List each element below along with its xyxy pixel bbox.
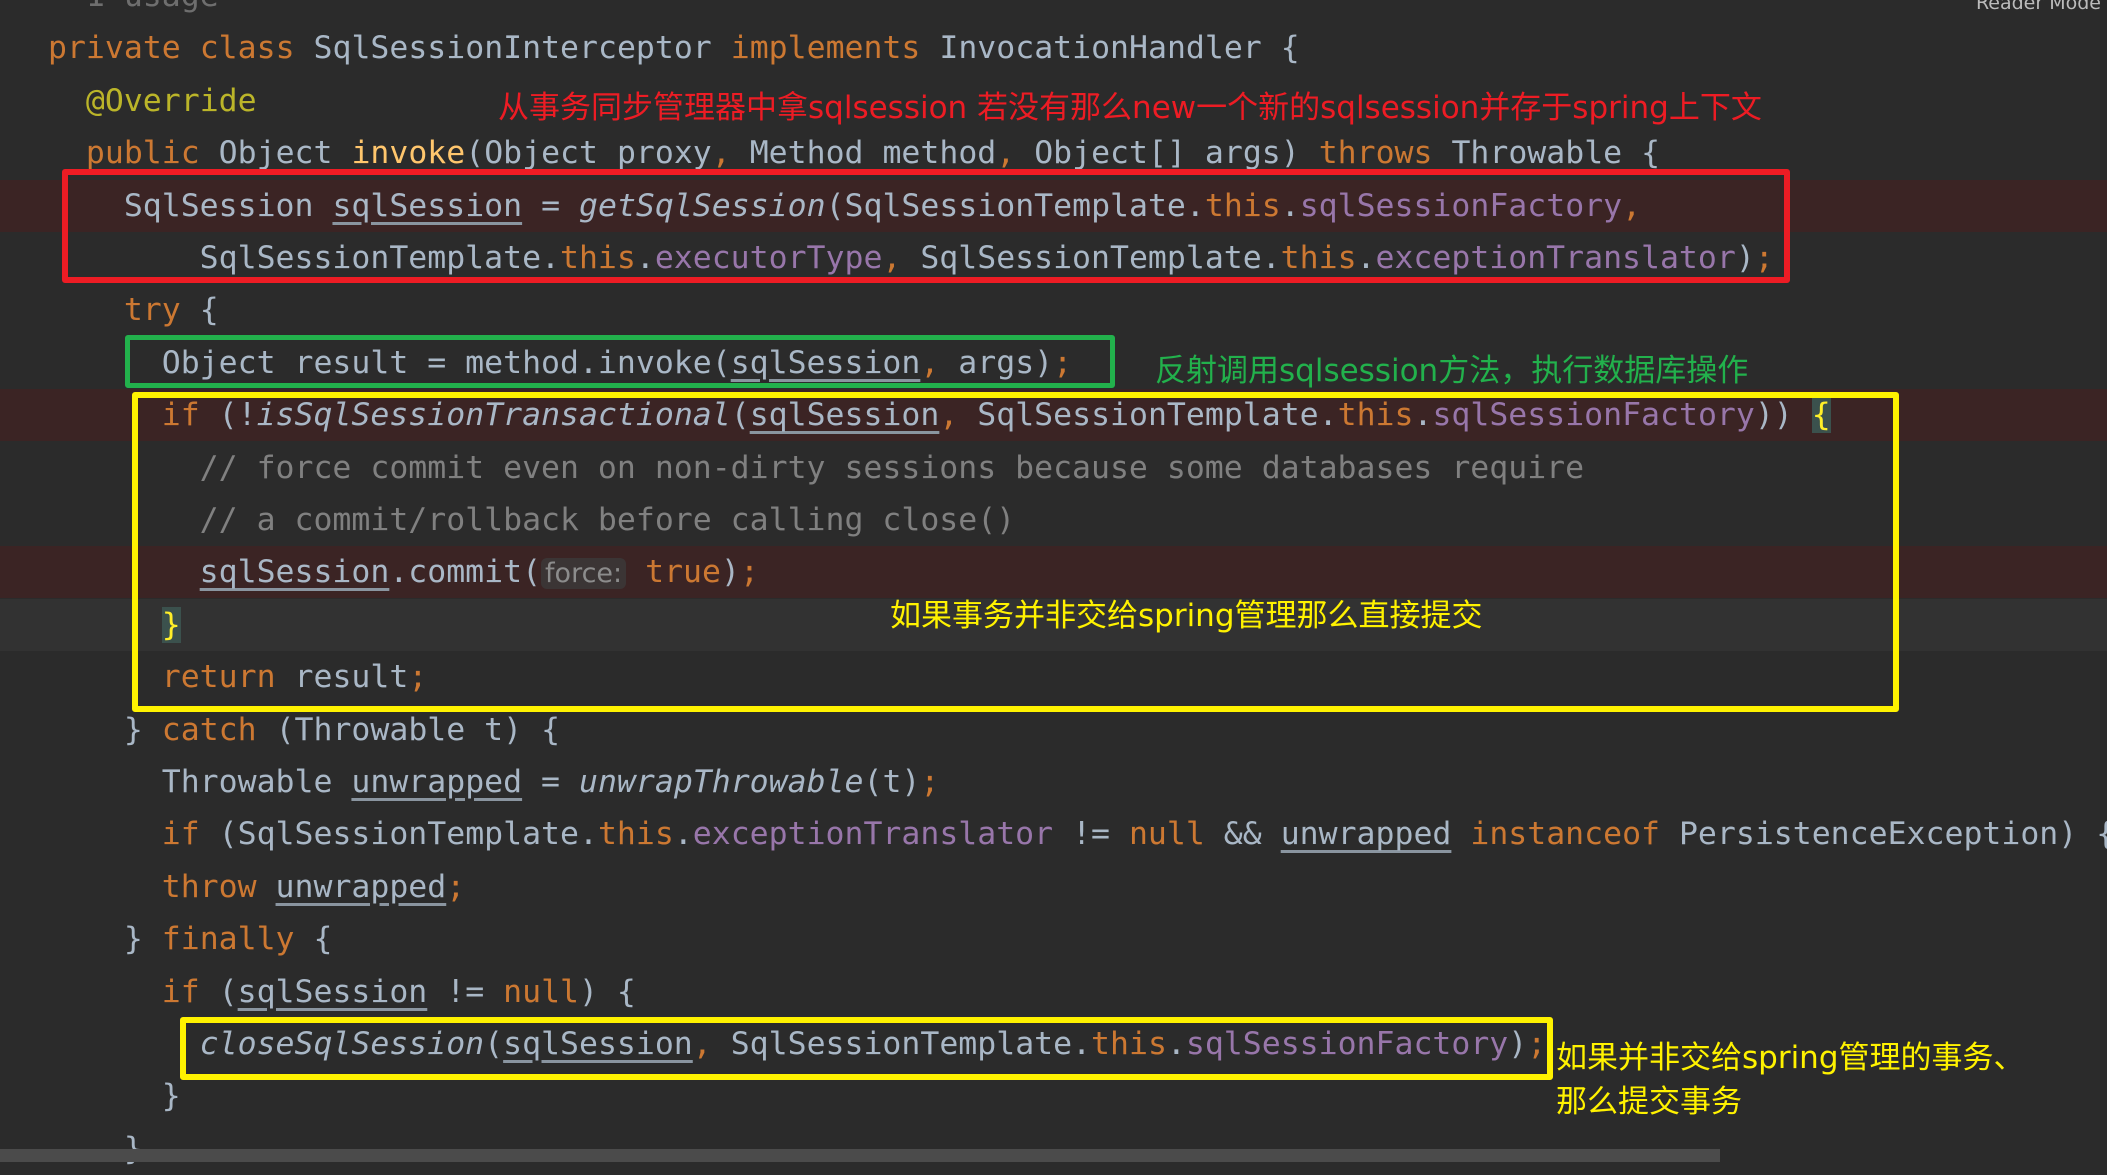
red-annotation: 从事务同步管理器中拿sqlsession 若没有那么new一个新的sqlsess… [498,90,1762,126]
yellow-annotation-1: 如果事务并非交给spring管理那么直接提交 [890,598,1483,634]
code-line-text: private class SqlSessionInterceptor impl… [48,22,1300,74]
code-line-text: if (SqlSessionTemplate.this.exceptionTra… [162,808,2107,860]
code-token: unwrapThrowable [579,764,864,800]
code-line[interactable]: throw unwrapped; [0,861,2107,913]
code-line-text: } [162,1070,181,1122]
code-token: exceptionTranslator [692,816,1054,853]
code-token: this [597,816,674,853]
code-line-text: if (sqlSession != null) { [162,966,636,1018]
code-token: ; [446,868,466,905]
code-line[interactable]: if (SqlSessionTemplate.this.exceptionTra… [0,808,2107,860]
code-token: (Object proxy [465,135,712,172]
code-token: Throwable { [1451,135,1661,172]
horizontal-scrollbar[interactable] [0,1149,1720,1162]
code-token: ( [218,973,238,1010]
code-token: { [313,921,333,958]
code-token: unwrapped [351,764,523,800]
yellow-annotation-2-line1: 如果并非交给spring管理的事务、 [1556,1040,2025,1076]
code-line-text: @Override [86,75,257,127]
code-token: PersistenceException) { [1678,816,2107,853]
code-token: private class [48,30,314,67]
code-token: unwrapped [1280,816,1452,853]
green-highlight-box [125,335,1115,388]
code-line[interactable]: private class SqlSessionInterceptor impl… [0,22,2107,74]
code-token: != [427,973,504,1010]
code-token: throw [161,868,276,905]
green-annotation: 反射调用sqlsession方法，执行数据库操作 [1155,353,1749,389]
code-token: ; [920,764,940,800]
red-highlight-box [62,169,1790,283]
code-line-text: 1 usage [86,0,219,22]
code-token: implements [730,30,940,67]
code-token: , [711,135,750,172]
code-token: catch [161,711,276,748]
yellow-highlight-box [132,392,1899,712]
code-token: && [1223,816,1281,853]
code-token: invoke [351,135,466,172]
code-line-text: Throwable unwrapped = unwrapThrowable(t)… [162,756,940,808]
code-token: sqlSession [237,973,428,1010]
code-token: @Override [85,82,257,119]
code-line[interactable]: try { [0,284,2107,336]
code-token: throws [1318,135,1452,172]
code-token: Object[] args) [1034,135,1319,172]
code-token: Object [218,135,352,172]
code-token: InvocationHandler { [939,30,1300,67]
code-token: (SqlSessionTemplate. [218,816,598,853]
code-token: if [161,973,219,1010]
code-token: 1 usage [86,0,219,14]
code-token: try [123,292,200,329]
code-token: { [199,292,219,329]
code-token: (Throwable t) { [275,711,561,748]
code-token: SqlSessionInterceptor [313,30,731,67]
code-token: (t) [863,764,921,800]
code-token: } [123,711,162,748]
code-token: public [85,135,219,172]
code-token: if [161,816,219,853]
code-token: unwrapped [275,868,447,905]
code-line[interactable]: Throwable unwrapped = unwrapThrowable(t)… [0,756,2107,808]
code-token: finally [161,921,314,958]
code-token: Method method [749,135,997,172]
code-token: Throwable [161,764,352,800]
code-token: ) { [579,973,636,1010]
code-token: . [673,816,693,853]
code-line-text: try { [124,284,219,336]
code-token: null [1128,816,1224,853]
yellow-highlight-box-small [180,1017,1553,1080]
code-token: , [996,135,1035,172]
code-line[interactable]: if (sqlSession != null) { [0,966,2107,1018]
code-token: != [1053,816,1129,853]
reader-mode-button[interactable]: Reader Mode [1976,0,2101,14]
yellow-annotation-2-line2: 那么提交事务 [1556,1084,1742,1120]
code-line[interactable]: 1 usage [0,0,2107,22]
code-token: null [503,973,579,1010]
code-line[interactable]: } finally { [0,913,2107,965]
code-token: instanceof [1451,816,1679,853]
code-token: = [522,764,579,800]
code-line-text: } finally { [124,913,333,965]
code-token: } [161,1078,181,1115]
code-token: } [123,921,162,958]
code-line-text: throw unwrapped; [162,861,465,913]
